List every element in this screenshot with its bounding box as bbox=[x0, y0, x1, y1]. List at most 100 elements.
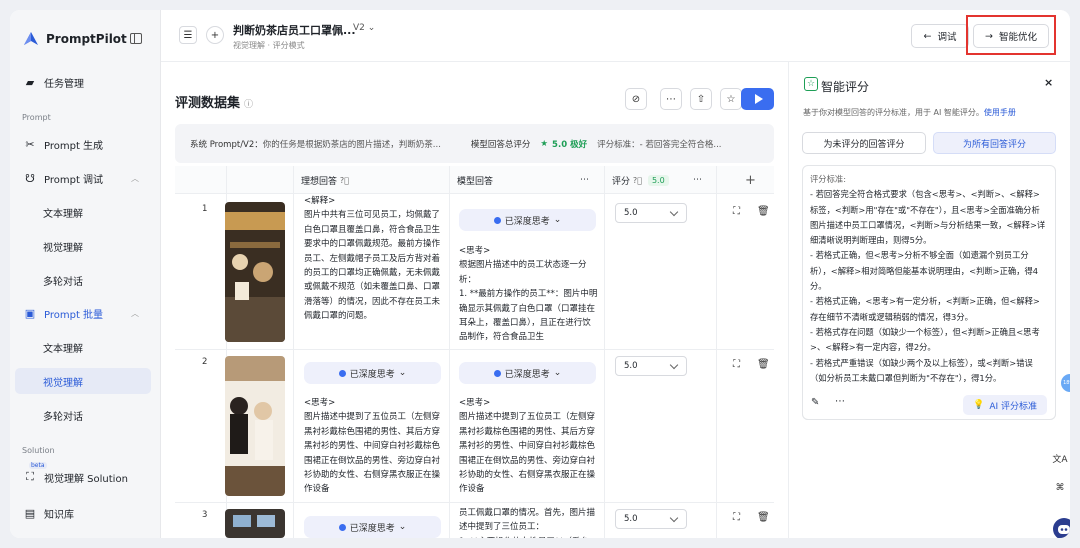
criteria-caption: 评分标准: bbox=[810, 174, 846, 184]
sidebar-item-label: 多轮对话 bbox=[43, 276, 83, 288]
debug-label: 调试 bbox=[937, 32, 957, 43]
delete-icon[interactable]: 🗑 bbox=[757, 206, 770, 217]
version-select[interactable]: V2 ⌄ bbox=[353, 23, 375, 33]
column-score-more-icon[interactable]: ⋯ bbox=[693, 166, 713, 194]
panel-title: 智能评分 bbox=[821, 80, 870, 94]
column-ideal-label: 理想回答 bbox=[301, 176, 338, 187]
translate-icon[interactable]: 文A bbox=[1050, 448, 1070, 468]
model-think-toggle[interactable]: 已深度思考 ⌄ bbox=[459, 209, 596, 231]
assistant-bot-icon[interactable] bbox=[1053, 518, 1070, 538]
close-icon[interactable]: × bbox=[1044, 76, 1053, 89]
score-select[interactable]: 5.0 bbox=[615, 509, 687, 529]
ai-criteria-label: AI 评分标准 bbox=[989, 401, 1037, 412]
criteria-line: - 若格式正确，但<思考>分析不够全面（如遗漏个别员工分析），<解释>相对简略但… bbox=[810, 250, 1039, 292]
sidebar-item-label: 任务管理 bbox=[44, 78, 84, 90]
criteria-line: - 若格式严重错误（如缺少两个及以上标签），或<判断>错误（如分析员工未戴口罩但… bbox=[810, 357, 1033, 383]
sidebar-item-knowledge[interactable]: ▤ 知识库 bbox=[15, 500, 151, 526]
sidebar-item-batch-multiturn[interactable]: 多轮对话 bbox=[15, 402, 151, 428]
divider bbox=[175, 502, 774, 503]
cafe-photo-icon bbox=[225, 509, 285, 538]
edit-icon[interactable]: ✎ bbox=[811, 397, 819, 408]
row-image-1[interactable] bbox=[225, 202, 285, 342]
expand-icon[interactable]: ⛶ bbox=[733, 512, 740, 523]
expand-icon[interactable]: ⛶ bbox=[733, 206, 740, 217]
upload-icon[interactable]: ⇧ bbox=[690, 88, 712, 110]
cafe-photo-icon bbox=[225, 356, 285, 496]
criteria-box[interactable]: 评分标准: - 若回答完全符合格式要求（包含<思考>、<判断>、<解释>标签，<… bbox=[802, 165, 1056, 420]
column-model-more-icon[interactable]: ⋯ bbox=[580, 166, 600, 194]
score-select[interactable]: 5.0 bbox=[615, 356, 687, 376]
ideal-think-toggle[interactable]: 已深度思考 ⌄ bbox=[304, 362, 441, 384]
smart-scoring-panel: ☆ 智能评分 × 基于你对模型回答的评分标准，用于 AI 智能评分。使用手册 为… bbox=[788, 62, 1070, 538]
sidebar-item-debug-multiturn[interactable]: 多轮对话 bbox=[15, 267, 151, 293]
chevron-down-icon: ⌄ bbox=[398, 368, 407, 378]
delete-icon[interactable]: 🗑 bbox=[757, 512, 770, 523]
system-prompt-bar[interactable]: 系统 Prompt/V2： 你的任务是根据奶茶店的图片描述，判断奶茶... 模型… bbox=[175, 124, 774, 163]
menu-icon[interactable]: ☰ bbox=[179, 26, 197, 44]
help-icon[interactable]: ?⃝ bbox=[633, 176, 642, 185]
delete-icon[interactable]: 🗑 bbox=[757, 359, 770, 370]
criteria-label: 评分标准： bbox=[597, 139, 640, 150]
run-button[interactable] bbox=[741, 88, 774, 110]
sidebar-item-debug-vision[interactable]: 视觉理解 bbox=[15, 233, 151, 259]
sidebar-item-label: Prompt 生成 bbox=[44, 140, 104, 152]
more-icon[interactable]: ⋯ bbox=[835, 396, 845, 407]
bulb-icon: 💡 bbox=[973, 400, 985, 410]
chevron-down-icon: ⌄ bbox=[553, 368, 562, 378]
sidebar-item-task-management[interactable]: ▰ 任务管理 bbox=[15, 69, 151, 95]
sidebar-item-label: 文本理解 bbox=[43, 343, 83, 355]
logo[interactable]: PromptPilot bbox=[22, 30, 127, 48]
ideal-think-toggle[interactable]: 已深度思考 ⌄ bbox=[304, 516, 441, 538]
star-icon[interactable]: ☆ bbox=[720, 88, 742, 110]
sidebar-item-label: 多轮对话 bbox=[43, 411, 83, 423]
system-prompt-value: 你的任务是根据奶茶店的图片描述，判断奶茶... bbox=[262, 139, 441, 150]
help-icon[interactable]: ?⃝ bbox=[340, 176, 349, 185]
row-number: 1 bbox=[202, 204, 208, 214]
more-icon[interactable]: ⋯ bbox=[660, 88, 682, 110]
arrow-left-icon: ← bbox=[923, 30, 932, 42]
debug-button[interactable]: ← 调试 bbox=[911, 24, 969, 48]
divider bbox=[716, 166, 717, 538]
sidebar-item-label: 文本理解 bbox=[43, 208, 83, 220]
sidebar-item-label: 视觉理解 bbox=[43, 242, 83, 254]
criteria-line: - 若回答完全符合格式要求（包含<思考>、<判断>、<解释>标签，<判断>用"存… bbox=[810, 189, 1046, 246]
task-title: 判断奶茶店员工口罩佩... bbox=[233, 24, 356, 37]
ai-criteria-button[interactable]: 💡 AI 评分标准 bbox=[963, 395, 1047, 415]
page-title: 评测数据集 ⓘ bbox=[175, 92, 253, 111]
batch-icon: ▣ bbox=[24, 306, 36, 320]
task-subtitle: 视觉理解 · 评分模式 bbox=[233, 41, 305, 50]
sidebar-item-prompt-batch[interactable]: ▣ Prompt 批量 ︿ bbox=[15, 300, 151, 326]
model-score-value: 5.0 极好 bbox=[552, 139, 588, 150]
think-label: 已深度思考 bbox=[349, 523, 395, 534]
score-select[interactable]: 5.0 bbox=[615, 203, 687, 223]
sidebar-item-debug-text[interactable]: 文本理解 bbox=[15, 199, 151, 225]
page-title-text: 评测数据集 bbox=[175, 96, 241, 111]
hide-icon[interactable]: ⊘ bbox=[625, 88, 647, 110]
sidebar-item-batch-text[interactable]: 文本理解 bbox=[15, 334, 151, 360]
add-icon[interactable]: + bbox=[206, 26, 224, 44]
think-label: 已深度思考 bbox=[349, 369, 395, 380]
add-column-button[interactable]: + bbox=[745, 166, 765, 194]
manual-link[interactable]: 使用手册 bbox=[984, 108, 1016, 117]
model-answer-text: 员工佩戴口罩的情况。首先，图片描述中提到了三位员工： 1. **主要操作的女性员… bbox=[459, 508, 596, 538]
expand-icon[interactable]: ⛶ bbox=[733, 359, 740, 370]
sidebar-item-prompt-debug[interactable]: ☋ Prompt 调试 ︿ bbox=[15, 165, 151, 191]
app-name: PromptPilot bbox=[46, 32, 127, 46]
sidebar-item-batch-vision[interactable]: 视觉理解 bbox=[15, 368, 151, 394]
shortcut-icon[interactable]: ⌘ bbox=[1050, 478, 1070, 498]
model-think-toggle[interactable]: 已深度思考 ⌄ bbox=[459, 362, 596, 384]
row-image-2[interactable] bbox=[225, 356, 285, 496]
sidebar-item-prompt-generate[interactable]: ✂ Prompt 生成 bbox=[15, 131, 151, 157]
sidebar-collapse-icon[interactable] bbox=[130, 33, 142, 44]
sidebar-item-vision-solution[interactable]: ⛶ 视觉理解 Solution bbox=[15, 464, 151, 490]
row-image-3[interactable] bbox=[225, 509, 285, 538]
bug-icon: ☋ bbox=[25, 171, 35, 185]
score-unscored-button[interactable]: 为未评分的回答评分 bbox=[802, 132, 926, 154]
section-label-solution: Solution bbox=[22, 446, 55, 455]
divider bbox=[604, 166, 605, 538]
score-all-button[interactable]: 为所有回答评分 bbox=[933, 132, 1056, 154]
sidebar-item-label: 视觉理解 bbox=[43, 377, 83, 389]
column-model-label: 模型回答 bbox=[457, 176, 494, 187]
check-circle-icon bbox=[338, 523, 346, 531]
info-icon[interactable]: ⓘ bbox=[244, 100, 253, 110]
